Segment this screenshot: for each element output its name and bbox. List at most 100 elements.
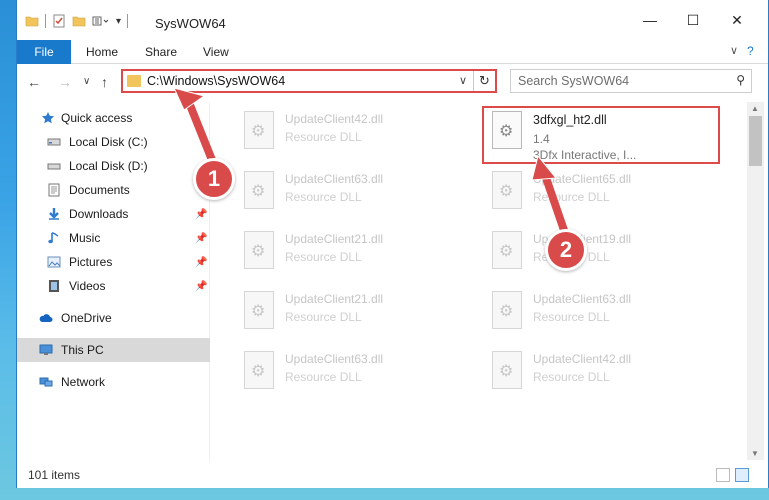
customize-qat-icon[interactable]	[92, 14, 110, 28]
file-item[interactable]: ⚙ UpdateClient21.dll Resource DLL	[235, 224, 465, 276]
file-item[interactable]: ⚙ UpdateClient42.dll Resource DLL	[235, 104, 465, 156]
file-item[interactable]: ⚙ UpdateClient63.dll Resource DLL	[235, 344, 465, 396]
nav-item-this-pc[interactable]: This PC	[17, 338, 210, 362]
back-button[interactable]: ←	[27, 74, 41, 90]
nav-item-label: Music	[69, 231, 101, 245]
item-count: 101 items	[28, 468, 81, 482]
nav-item-label: Quick access	[61, 111, 133, 125]
scroll-thumb[interactable]	[749, 116, 762, 166]
file-item[interactable]: ⚙ UpdateClient19.dll Resource DLL	[483, 224, 713, 276]
new-folder-icon[interactable]	[72, 14, 86, 28]
file-type: Resource DLL	[285, 190, 362, 204]
file-item[interactable]: ⚙ UpdateClient42.dll Resource DLL	[483, 344, 713, 396]
ribbon-expand-icon[interactable]: ∨	[730, 44, 738, 57]
nav-item-label: Local Disk (D:)	[69, 159, 148, 173]
nav-item-label: Pictures	[69, 255, 113, 269]
nav-item-local-disk-d[interactable]: Local Disk (D:)	[17, 154, 210, 178]
computer-icon	[39, 344, 53, 355]
nav-item-network[interactable]: Network	[17, 370, 210, 394]
quick-access-toolbar: ▾	[25, 14, 129, 28]
folder-icon[interactable]	[25, 14, 39, 28]
file-item[interactable]: ⚙ UpdateClient65.dll Resource DLL	[483, 164, 713, 216]
nav-item-label: Videos	[69, 279, 106, 293]
file-type: Resource DLL	[285, 130, 362, 144]
vertical-scrollbar[interactable]: ▲ ▼	[747, 102, 764, 460]
recent-locations-button[interactable]: ∨	[83, 76, 90, 87]
pin-icon[interactable]: 📌	[195, 209, 207, 220]
drive-icon	[47, 163, 61, 170]
dll-file-icon: ⚙	[239, 350, 279, 392]
file-item[interactable]: ⚙ UpdateClient63.dll Resource DLL	[483, 284, 713, 336]
nav-item-label: Network	[61, 375, 106, 389]
step-2-callout: 2	[545, 229, 587, 271]
explorer-window: ▾ SysWOW64 — ☐ ✕ File Home Share View ∨ …	[16, 0, 769, 488]
file-name: UpdateClient65.dll	[533, 172, 632, 186]
file-name: UpdateClient63.dll	[285, 172, 384, 186]
pin-icon[interactable]: 📌	[195, 257, 207, 268]
tab-view[interactable]: View	[203, 40, 229, 64]
videos-icon	[49, 280, 59, 292]
qat-dropdown-icon[interactable]: ▾	[116, 16, 121, 27]
tab-share[interactable]: Share	[145, 40, 177, 64]
address-path[interactable]: C:\Windows\SysWOW64	[147, 74, 285, 88]
dll-file-icon: ⚙	[239, 110, 279, 152]
pictures-icon	[47, 256, 61, 268]
search-input[interactable]: Search SysWOW64 ⚲	[510, 69, 752, 93]
step-1-callout: 1	[193, 158, 235, 200]
dll-file-icon: ⚙	[487, 290, 527, 332]
refresh-button[interactable]: ↻	[473, 71, 495, 91]
toolbar-separator	[45, 14, 46, 28]
file-item[interactable]: ⚙ UpdateClient63.dll Resource DLL	[235, 164, 465, 216]
search-icon[interactable]: ⚲	[736, 73, 745, 87]
tab-file[interactable]: File	[17, 40, 71, 64]
documents-icon	[48, 183, 60, 197]
scroll-down-icon[interactable]: ▼	[751, 449, 759, 458]
highlight-box	[482, 106, 720, 164]
help-icon[interactable]: ?	[747, 44, 754, 58]
search-placeholder: Search SysWOW64	[518, 74, 630, 88]
drive-icon	[47, 138, 61, 146]
scroll-up-icon[interactable]: ▲	[751, 104, 759, 113]
address-bar[interactable]: C:\Windows\SysWOW64 ∨ ↻	[121, 69, 497, 93]
address-dropdown-icon[interactable]: ∨	[459, 74, 467, 87]
nav-item-music[interactable]: Music 📌	[17, 226, 210, 250]
dll-file-icon: ⚙	[487, 170, 527, 212]
pin-icon[interactable]: 📌	[195, 233, 207, 244]
dll-file-icon: ⚙	[239, 290, 279, 332]
properties-icon[interactable]	[52, 14, 66, 28]
nav-item-pictures[interactable]: Pictures 📌	[17, 250, 210, 274]
dll-file-icon: ⚙	[487, 230, 527, 272]
nav-item-documents[interactable]: Documents	[17, 178, 210, 202]
close-button[interactable]: ✕	[725, 12, 749, 32]
nav-item-videos[interactable]: Videos 📌	[17, 274, 210, 298]
ribbon-tabs: File Home Share View ∨ ?	[17, 40, 768, 64]
nav-item-label: Documents	[69, 183, 130, 197]
file-type: Resource DLL	[285, 370, 362, 384]
nav-item-label: OneDrive	[61, 311, 112, 325]
navigation-pane: Quick access Local Disk (C:) Local Disk …	[17, 102, 210, 462]
maximize-button[interactable]: ☐	[681, 12, 705, 32]
forward-button[interactable]: →	[58, 74, 72, 90]
nav-item-label: This PC	[61, 343, 104, 357]
file-name: UpdateClient63.dll	[533, 292, 632, 306]
title-bar: ▾ SysWOW64 — ☐ ✕	[17, 0, 768, 40]
download-icon	[49, 208, 59, 220]
nav-item-local-disk-c[interactable]: Local Disk (C:)	[17, 130, 210, 154]
nav-item-downloads[interactable]: Downloads 📌	[17, 202, 210, 226]
large-icons-view-icon[interactable]	[735, 468, 749, 482]
music-icon	[48, 232, 59, 244]
file-name: UpdateClient42.dll	[533, 352, 632, 366]
folder-icon	[127, 75, 141, 87]
file-type: Resource DLL	[533, 310, 610, 324]
network-icon	[39, 377, 53, 387]
nav-item-quick-access[interactable]: Quick access	[17, 106, 210, 130]
nav-item-label: Downloads	[69, 207, 129, 221]
nav-item-onedrive[interactable]: OneDrive	[17, 306, 210, 330]
tab-home[interactable]: Home	[86, 40, 118, 64]
details-view-icon[interactable]	[716, 468, 730, 482]
dll-file-icon: ⚙	[239, 230, 279, 272]
up-button[interactable]: ↑	[101, 74, 108, 90]
pin-icon[interactable]: 📌	[195, 281, 207, 292]
minimize-button[interactable]: —	[638, 12, 662, 32]
file-item[interactable]: ⚙ UpdateClient21.dll Resource DLL	[235, 284, 465, 336]
